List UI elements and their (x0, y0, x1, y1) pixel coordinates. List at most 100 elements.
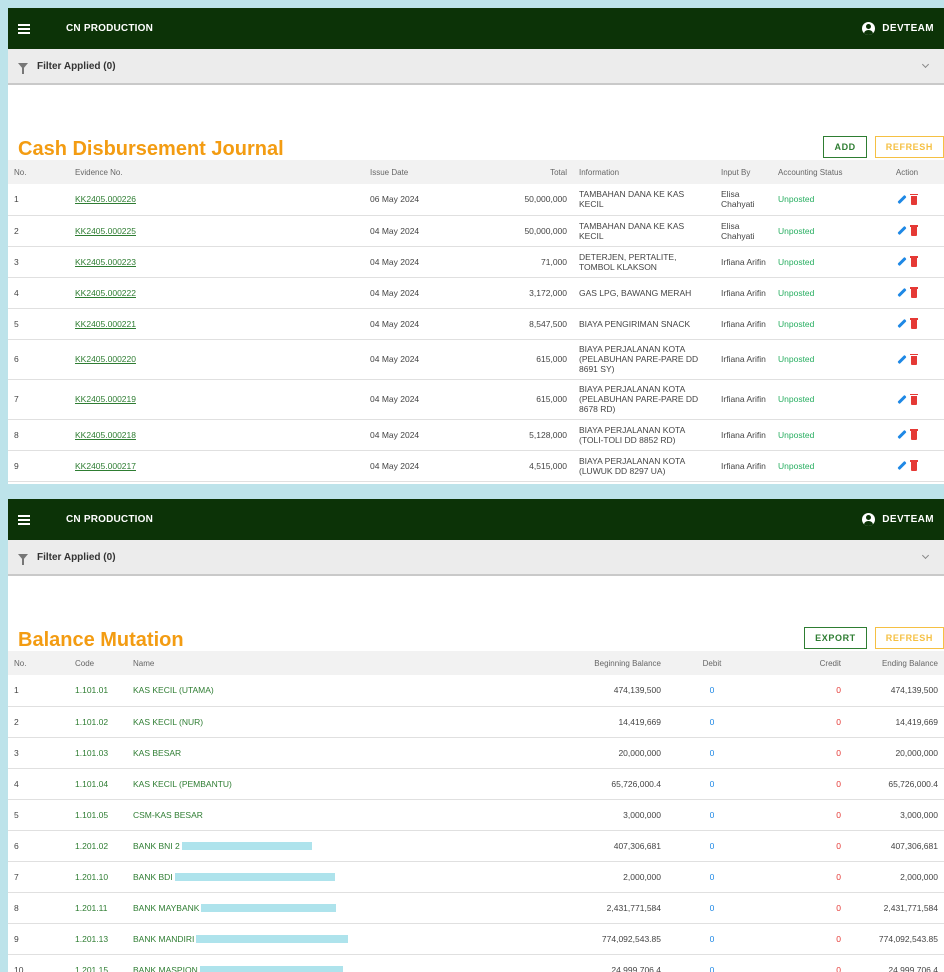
balance-mutation-panel: CN PRODUCTION DEVTEAM Filter Applied (0)… (8, 499, 944, 972)
delete-trash-icon[interactable] (910, 460, 918, 471)
column-header[interactable]: Debit (667, 651, 757, 675)
delete-trash-icon[interactable] (910, 393, 918, 405)
edit-pencil-icon[interactable] (897, 354, 907, 364)
account-code[interactable]: 1.101.03 (69, 737, 127, 769)
evidence-link[interactable]: KK2405.000222 (75, 288, 136, 298)
table-row[interactable]: 4 KK2405.000222 04 May 2024 3,172,000 GAS LP… (8, 277, 944, 309)
table-row[interactable]: 8 KK2405.000218 04 May 2024 5,128,000 BIAYA … (8, 419, 944, 451)
account-name[interactable]: BANK MASPION (133, 965, 198, 972)
account-code[interactable]: 1.201.02 (69, 830, 127, 862)
evidence-link[interactable]: KK2405.000221 (75, 319, 136, 329)
column-header[interactable]: Ending Balance (847, 651, 944, 675)
filter-bar[interactable]: Filter Applied (0) (8, 49, 944, 85)
evidence-link[interactable]: KK2405.000220 (75, 354, 136, 364)
chevron-down-icon[interactable] (921, 551, 930, 560)
column-header[interactable]: Accounting Status (772, 160, 870, 184)
table-row[interactable]: 1 1.101.01 KAS KECIL (UTAMA) 474,139,500 0 0 4… (8, 675, 944, 707)
edit-pencil-icon[interactable] (897, 318, 907, 329)
hamburger-menu-icon[interactable] (18, 23, 32, 34)
edit-pencil-icon[interactable] (897, 460, 907, 471)
table-row[interactable]: 3 KK2405.000223 04 May 2024 71,000 DETERJEN,… (8, 246, 944, 278)
issue-date: 04 May 2024 (364, 450, 466, 482)
table-row[interactable]: 5 KK2405.000221 04 May 2024 8,547,500 BIAYA … (8, 308, 944, 340)
account-name[interactable]: CSM-KAS BESAR (133, 810, 203, 820)
column-header[interactable]: Code (69, 651, 127, 675)
column-header[interactable]: Input By (715, 160, 772, 184)
account-name[interactable]: BANK BNI 2 (133, 841, 180, 851)
evidence-link[interactable]: KK2405.000226 (75, 194, 136, 204)
account-name[interactable]: BANK MAYBANK (133, 903, 199, 913)
account-code[interactable]: 1.201.11 (69, 892, 127, 924)
edit-pencil-icon[interactable] (897, 194, 907, 204)
table-row[interactable]: 4 1.101.04 KAS KECIL (PEMBANTU) 65,726,000.… (8, 768, 944, 800)
column-header[interactable]: No. (8, 651, 69, 675)
column-header[interactable]: Information (573, 160, 715, 184)
filter-bar[interactable]: Filter Applied (0) (8, 540, 944, 576)
column-header[interactable]: Issue Date (364, 160, 466, 184)
column-header[interactable]: Name (127, 651, 537, 675)
add-button[interactable]: ADD (823, 136, 867, 158)
account-name[interactable]: BANK MANDIRI (133, 934, 194, 944)
account-code[interactable]: 1.201.15 (69, 954, 127, 972)
delete-trash-icon[interactable] (910, 256, 918, 267)
user-name: DEVTEAM (882, 514, 934, 525)
evidence-link[interactable]: KK2405.000219 (75, 394, 136, 404)
edit-pencil-icon[interactable] (897, 256, 907, 267)
table-row[interactable]: 9 1.201.13 BANK MANDIRI 774,092,543.85 0 0 774… (8, 923, 944, 955)
table-row[interactable]: 2 KK2405.000225 04 May 2024 50,000,000 TAMBA… (8, 215, 944, 247)
table-row[interactable]: 7 1.201.10 BANK BDI 2,000,000 0 0 2,000,000 (8, 861, 944, 893)
user-menu[interactable]: DEVTEAM (862, 22, 934, 35)
account-code[interactable]: 1.201.10 (69, 861, 127, 893)
credit-amount: 0 (757, 892, 847, 924)
accounting-status: Unposted (772, 450, 870, 482)
edit-pencil-icon[interactable] (897, 287, 907, 298)
column-header[interactable]: Beginning Balance (537, 651, 667, 675)
user-menu[interactable]: DEVTEAM (862, 513, 934, 526)
evidence-link[interactable]: KK2405.000223 (75, 257, 136, 267)
account-code[interactable]: 1.101.01 (69, 675, 127, 707)
column-header[interactable]: No. (8, 160, 69, 184)
delete-trash-icon[interactable] (910, 318, 918, 329)
account-name[interactable]: KAS KECIL (UTAMA) (133, 685, 214, 695)
delete-trash-icon[interactable] (910, 193, 918, 205)
account-name[interactable]: KAS KECIL (NUR) (133, 717, 203, 727)
edit-pencil-icon[interactable] (897, 394, 907, 404)
chevron-down-icon[interactable] (921, 60, 930, 69)
total-amount: 5,128,000 (466, 419, 573, 451)
table-row[interactable]: 5 1.101.05 CSM-KAS BESAR 3,000,000 0 0 3,000,0… (8, 799, 944, 831)
evidence-link[interactable]: KK2405.000218 (75, 430, 136, 440)
refresh-button[interactable]: REFRESH (874, 136, 944, 158)
table-row[interactable]: 6 KK2405.000220 04 May 2024 615,000 BIAYA PE… (8, 339, 944, 380)
hamburger-menu-icon[interactable] (18, 514, 32, 525)
account-name[interactable]: KAS KECIL (PEMBANTU) (133, 779, 232, 789)
account-name[interactable]: KAS BESAR (133, 748, 181, 758)
table-row[interactable]: 3 1.101.03 KAS BESAR 20,000,000 0 0 20,000,000 (8, 737, 944, 769)
account-code[interactable]: 1.101.02 (69, 706, 127, 738)
table-row[interactable]: 8 1.201.11 BANK MAYBANK 2,431,771,584 0 0 2,43… (8, 892, 944, 924)
column-header[interactable]: Evidence No. (69, 160, 364, 184)
account-code[interactable]: 1.101.04 (69, 768, 127, 800)
table-row[interactable]: 10 1.201.15 BANK MASPION 24,999,706.4 0 0 24,9… (8, 954, 944, 972)
table-row[interactable]: 7 KK2405.000219 04 May 2024 615,000 BIAYA PE… (8, 379, 944, 420)
edit-pencil-icon[interactable] (897, 225, 907, 236)
evidence-link[interactable]: KK2405.000225 (75, 226, 136, 236)
refresh-button[interactable]: REFRESH (874, 627, 944, 649)
table-row[interactable]: 2 1.101.02 KAS KECIL (NUR) 14,419,669 0 0 14,4… (8, 706, 944, 738)
edit-pencil-icon[interactable] (897, 429, 907, 440)
evidence-link[interactable]: KK2405.000217 (75, 461, 136, 471)
delete-trash-icon[interactable] (910, 287, 918, 298)
export-button[interactable]: EXPORT (804, 627, 867, 649)
table-row[interactable]: 1 KK2405.000226 06 May 2024 50,000,000 TAMBA… (8, 184, 944, 216)
column-header[interactable]: Credit (757, 651, 847, 675)
account-name[interactable]: BANK BDI (133, 872, 173, 882)
credit-amount: 0 (757, 675, 847, 707)
column-header[interactable]: Total (466, 160, 573, 184)
account-code[interactable]: 1.101.05 (69, 799, 127, 831)
table-row[interactable]: 6 1.201.02 BANK BNI 2 407,306,681 0 0 407,306,… (8, 830, 944, 862)
account-code[interactable]: 1.201.13 (69, 923, 127, 955)
table-row[interactable]: 9 KK2405.000217 04 May 2024 4,515,000 BIAYA … (8, 450, 944, 482)
delete-trash-icon[interactable] (910, 353, 918, 365)
delete-trash-icon[interactable] (910, 429, 918, 440)
beginning-balance: 774,092,543.85 (537, 923, 667, 955)
delete-trash-icon[interactable] (910, 225, 918, 236)
